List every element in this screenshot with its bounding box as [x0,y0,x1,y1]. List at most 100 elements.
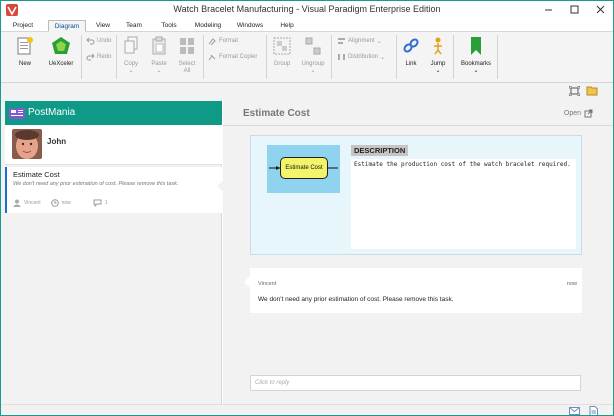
header-divider [223,125,613,126]
tab-modeling[interactable]: Modeling [189,20,227,32]
diagram-task-shape: Estimate Cost [280,157,328,179]
avatar [12,129,42,159]
open-external-icon [584,109,593,118]
tab-project[interactable]: Project [6,20,40,32]
alignment-label: Alignment [348,38,375,44]
open-button[interactable]: Open [564,109,593,118]
link-label: Link [405,61,417,67]
maximize-button[interactable] [561,1,587,17]
tab-view[interactable]: View [90,20,116,32]
ribbon-toolbar: New UeXceler Undo Redo Copy ⌄ Paste ⌄ Se… [1,32,613,83]
distribution-label: Distribution [348,54,379,60]
postmania-title: PostMania [28,107,76,118]
description-header: DESCRIPTION [351,145,576,157]
window-title: Watch Bracelet Manufacturing - Visual Pa… [173,4,441,14]
tab-diagram[interactable]: Diagram [48,20,86,32]
post-item[interactable]: Estimate Cost We don't need any prior es… [5,167,224,213]
redo-icon [86,53,95,61]
mail-icon[interactable] [569,407,580,415]
group-label: Group [273,61,291,67]
post-title: Estimate Cost [13,170,60,179]
jump-icon [434,37,442,55]
bookmarks-label: Bookmarks [460,61,491,67]
paste-dropdown-icon: ⌄ [156,68,162,74]
bookmark-icon [471,37,481,55]
post-meta: Vincent now 1 [13,199,108,207]
distribution-icon [338,54,345,60]
alignment-icon [338,38,345,44]
open-label: Open [563,110,581,117]
secondary-toolbar [1,83,613,99]
description-panel: Estimate Cost DESCRIPTION Estimate the p… [250,135,582,255]
new-file-icon [17,37,33,55]
tab-team[interactable]: Team [120,20,148,32]
user-name: John [47,137,67,146]
jump-button[interactable]: Jump ⌄ [427,36,449,75]
paste-label: Paste [151,61,167,67]
maximize-icon [570,5,578,13]
redo-button[interactable]: Redo [86,53,111,61]
new-button[interactable]: New [11,36,39,68]
alignment-dropdown-icon: ⌄ [376,38,382,45]
minimize-button[interactable] [535,1,561,17]
alignment-button[interactable]: Alignment ⌄ [337,37,382,45]
document-icon[interactable] [589,406,598,416]
postmania-header: PostMania [5,101,222,125]
ungroup-button[interactable]: Ungroup ⌄ [298,36,328,75]
copy-icon [124,36,138,54]
reply-input[interactable]: Click to reply [250,375,581,391]
select-all-button[interactable]: Select All [175,36,199,75]
post-author-meta: Vincent [13,199,41,207]
user-profile-row[interactable]: John [5,125,222,165]
format-button[interactable]: Format [208,37,238,45]
comment-time: now [566,281,577,287]
folder-icon[interactable] [586,85,598,96]
redo-label: Redo [97,54,112,60]
close-button[interactable] [587,1,613,17]
clock-icon [50,199,59,207]
undo-label: Undo [97,38,112,44]
comment-notch [244,276,250,288]
status-bar [1,404,613,416]
distribution-button[interactable]: Distribution ⌄ [337,53,385,61]
fit-view-icon[interactable] [569,86,580,96]
comment-text: We don't need any prior estimation of co… [258,296,454,303]
link-button[interactable]: Link [400,36,422,68]
ribbon-tabs: Project Diagram View Team Tools Modeling… [1,19,613,32]
select-all-label-2: All [183,68,191,74]
diagram-thumbnail[interactable]: Estimate Cost [267,145,340,193]
tab-help[interactable]: Help [275,20,299,32]
ungroup-label: Ungroup [301,61,325,67]
distribution-dropdown-icon: ⌄ [380,54,386,61]
copy-button[interactable]: Copy ⌄ [120,36,142,75]
post-time-meta: now [50,199,71,207]
post-detail-panel: Estimate Cost Open Estimate Cost DESCRIP… [223,99,613,404]
format-copier-button[interactable]: Format Copier [208,53,257,61]
post-time: now [61,200,71,206]
select-all-icon [180,38,194,54]
group-button[interactable]: Group [270,36,294,68]
user-icon [13,199,21,207]
post-comments-meta: 1 [93,199,108,207]
bookmarks-dropdown-icon: ⌄ [473,68,479,74]
tab-tools[interactable]: Tools [154,20,184,32]
minimize-icon [544,9,552,10]
undo-icon [86,37,95,45]
format-copier-icon [208,54,216,61]
post-author: Vincent [24,200,41,206]
postmania-panel: PostMania John Estimate Cost We don't ne… [1,99,224,404]
postmania-logo-icon [9,108,25,119]
close-icon [596,5,604,13]
bookmarks-button[interactable]: Bookmarks ⌄ [459,36,493,75]
copy-dropdown-icon: ⌄ [128,68,134,74]
title-bar: Watch Bracelet Manufacturing - Visual Pa… [1,1,613,19]
jump-dropdown-icon: ⌄ [435,68,441,74]
undo-button[interactable]: Undo [86,37,111,45]
paste-button[interactable]: Paste ⌄ [147,36,171,75]
copy-label: Copy [123,61,138,67]
jump-label: Jump [430,61,446,67]
group-icon [273,37,291,55]
uexceler-button[interactable]: UeXceler [44,36,78,68]
description-text: Estimate the production cost of the watc… [351,159,576,249]
tab-windows[interactable]: Windows [231,20,269,32]
